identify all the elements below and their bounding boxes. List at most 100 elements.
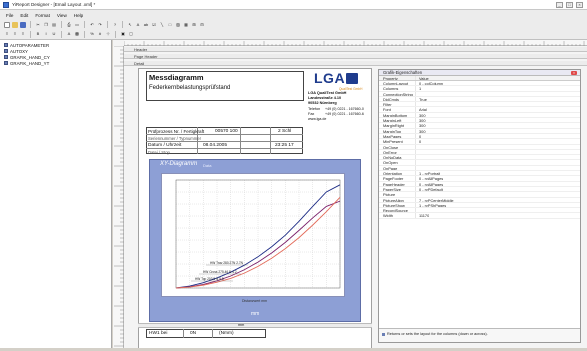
table-cell: 08.04.2005	[203, 143, 228, 148]
table-cell: 00570 100	[215, 129, 238, 134]
footer-cell: (Nmm)	[219, 331, 234, 336]
save-icon[interactable]	[20, 21, 26, 28]
zoom-icon[interactable]: %	[89, 31, 95, 37]
menu-file[interactable]: File	[6, 13, 13, 18]
menu-edit[interactable]: Edit	[20, 13, 28, 18]
backcolor-icon[interactable]: ▩	[74, 31, 80, 37]
lga-logo-mark-icon	[346, 73, 358, 84]
property-value[interactable]	[416, 160, 419, 164]
property-value[interactable]: 7 - rvPCenterMiddle	[416, 198, 454, 202]
property-value[interactable]	[416, 150, 419, 154]
line-tool-icon[interactable]: ╲	[159, 22, 165, 28]
send-back-icon[interactable]: ▢	[128, 31, 134, 37]
align-left-icon[interactable]: ≡	[4, 31, 10, 37]
maximize-button[interactable]: □	[566, 2, 573, 8]
minimize-button[interactable]: _	[556, 2, 563, 8]
help-icon[interactable]: ?	[112, 22, 118, 28]
menu-view[interactable]: View	[57, 13, 67, 18]
italic-icon[interactable]: I	[43, 31, 49, 37]
bold-icon[interactable]: B	[35, 31, 41, 37]
paste-icon[interactable]: ▤	[51, 22, 57, 28]
box-tool-icon[interactable]: □	[167, 22, 173, 28]
property-value[interactable]	[416, 145, 419, 149]
property-value[interactable]	[416, 92, 419, 96]
property-value[interactable]: 0 - rvPDefault	[416, 187, 443, 191]
property-value[interactable]: 300	[416, 118, 426, 122]
property-value[interactable]: 1 - rvPortrait	[416, 171, 440, 175]
chart-tool-icon[interactable]: ▦	[183, 22, 189, 28]
property-value[interactable]: 300	[416, 129, 426, 133]
checkbox-tool-icon[interactable]: ☑	[151, 22, 157, 28]
menu-help[interactable]: Help	[74, 13, 83, 18]
tree-item[interactable]: GRAFIK_HAND_YT	[0, 60, 111, 66]
property-value[interactable]	[416, 155, 419, 159]
window-title: YiReport Designer - [Email Layout .xml] …	[12, 2, 96, 7]
bring-front-icon[interactable]: ▣	[120, 31, 126, 37]
snap-icon[interactable]: ⊹	[105, 31, 111, 37]
property-value[interactable]: 300	[416, 123, 426, 127]
underline-icon[interactable]: U	[51, 31, 57, 37]
property-name: MaxPages	[379, 133, 416, 139]
grid-icon[interactable]: #	[97, 31, 103, 37]
copy-icon[interactable]: ❐	[43, 22, 49, 28]
image-tool-icon[interactable]: ▨	[175, 22, 181, 28]
property-name: ConnectionString	[379, 91, 416, 96]
property-name: Columns	[379, 86, 416, 91]
close-icon[interactable]: ×	[571, 71, 577, 75]
property-value[interactable]	[416, 166, 419, 170]
property-value[interactable]: 1 - rvPShPages	[416, 203, 446, 207]
property-value[interactable]: 0 - rvAllPages	[416, 176, 443, 180]
band-detail[interactable]: Detail	[124, 61, 587, 66]
redo-icon[interactable]: ↷	[97, 22, 103, 28]
print-icon[interactable]: ⎙	[66, 22, 72, 28]
pagebreak-tool-icon[interactable]: ⊞	[191, 22, 197, 28]
ruler-ticks	[114, 45, 124, 347]
report-icon	[4, 55, 8, 59]
property-name: PictureAlign	[379, 197, 416, 202]
property-value[interactable]: 1	[416, 86, 421, 90]
fax-label: Fax	[308, 112, 315, 116]
company-name: LGA QualiTest GmbH	[308, 91, 347, 95]
property-name: MarginTop	[379, 128, 416, 133]
property-name: OnClose	[379, 144, 416, 149]
report-icon	[4, 61, 8, 65]
property-value[interactable]	[416, 208, 419, 212]
pointer-icon[interactable]: ↖	[127, 22, 133, 28]
close-button[interactable]: ×	[576, 2, 583, 8]
band-header[interactable]: Header	[124, 47, 587, 52]
property-value[interactable]: 11170	[416, 213, 429, 217]
property-name: PictureShow	[379, 202, 416, 208]
subreport-tool-icon[interactable]: ⊟	[199, 22, 205, 28]
property-value[interactable]: 0	[416, 139, 421, 143]
align-right-icon[interactable]: ≡	[20, 31, 26, 37]
band-page-header[interactable]: Page Header	[124, 54, 587, 59]
menu-format[interactable]: Format	[35, 13, 50, 18]
property-value[interactable]: True	[416, 97, 427, 101]
property-value[interactable]: 300	[416, 113, 426, 117]
app-icon	[3, 1, 9, 8]
label-tool-icon[interactable]: A	[135, 22, 141, 28]
undo-icon[interactable]: ↶	[89, 22, 95, 28]
table-row: Prüfprozess Nr. / Fertigkraft	[148, 129, 205, 134]
forecolor-icon[interactable]: A	[66, 31, 72, 37]
property-value[interactable]: 0 - colColumn	[416, 81, 443, 85]
align-center-icon[interactable]: ≡	[12, 31, 18, 37]
property-row[interactable]: Width 11170	[379, 213, 580, 219]
open-folder-icon[interactable]	[12, 21, 18, 28]
company-street: Landesstraße 4.10	[308, 96, 342, 100]
chart-annotation: HW Top 203.5 N 5.8	[195, 277, 224, 281]
band-footer[interactable]	[138, 323, 372, 328]
preview-icon[interactable]: ▭	[74, 22, 80, 28]
field-tool-icon[interactable]: ab	[143, 22, 149, 28]
cut-icon[interactable]: ✂	[35, 22, 41, 28]
property-value[interactable]	[416, 102, 419, 106]
report-icon	[4, 43, 8, 47]
property-name: OnOpen	[379, 160, 416, 165]
property-value[interactable]: 0 - rvAllPages	[416, 182, 443, 186]
property-name: RecordSource	[379, 208, 416, 213]
property-name: Picture	[379, 192, 416, 197]
new-file-icon[interactable]	[4, 21, 10, 28]
property-value[interactable]: 0	[416, 134, 421, 138]
property-value[interactable]: Arial	[416, 107, 427, 111]
property-value[interactable]	[416, 192, 419, 196]
